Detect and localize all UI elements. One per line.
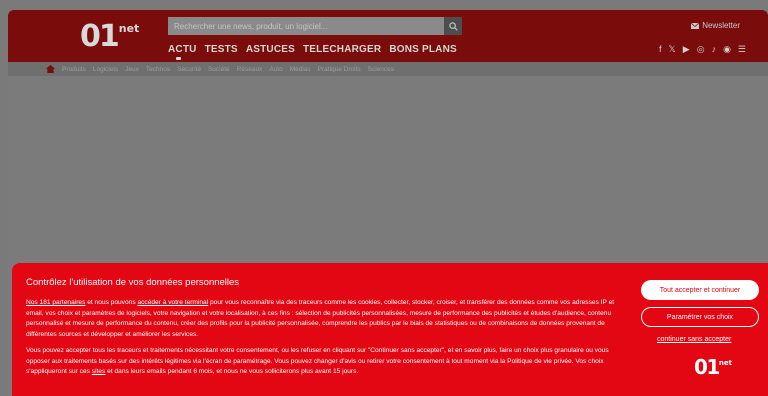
logo-main: 01 <box>80 19 120 54</box>
nav-item-bons-plans[interactable]: BONS PLANS <box>389 44 457 55</box>
category-societe[interactable]: Société <box>208 66 230 73</box>
category-pratique-droits[interactable]: Pratique Droits <box>318 66 361 73</box>
sites-link[interactable]: sites <box>92 368 106 375</box>
consent-paragraph-2: Vous pouvez accepter tous les traceurs e… <box>26 347 609 376</box>
terminal-access-link[interactable]: accéder à votre terminal <box>137 299 208 306</box>
consent-logo-main: 01 <box>694 355 720 379</box>
consent-logo: 01net <box>694 355 732 379</box>
category-bar: Produits Logiciels Jeux Technos Sécurité… <box>8 62 768 76</box>
search-icon <box>448 21 458 31</box>
tiktok-icon[interactable]: ♪ <box>712 44 717 54</box>
search-input[interactable] <box>168 17 444 35</box>
home-icon[interactable] <box>46 65 55 73</box>
configure-choices-button[interactable]: Paramétrer vos choix <box>641 307 759 327</box>
category-jeux[interactable]: Jeux <box>125 66 139 73</box>
consent-title: Contrôlez l'utilisation de vos données p… <box>26 277 240 288</box>
x-icon[interactable]: 𝕏 <box>669 44 676 54</box>
category-logiciels[interactable]: Logiciels <box>93 66 118 73</box>
continue-without-accepting-link[interactable]: continuer sans accepter <box>657 336 731 343</box>
logo-suffix: net <box>118 22 140 35</box>
accept-all-button[interactable]: Tout accepter et continuer <box>641 280 759 300</box>
category-auto[interactable]: Auto <box>269 66 282 73</box>
site-logo[interactable]: 01net <box>80 19 139 54</box>
youtube-icon[interactable]: ▶ <box>683 44 690 54</box>
category-securite[interactable]: Sécurité <box>177 66 201 73</box>
facebook-icon[interactable]: f <box>659 44 662 54</box>
newsletter-link[interactable]: Newsletter <box>691 21 740 30</box>
main-nav: ACTU TESTS ASTUCES TELECHARGER BONS PLAN… <box>168 44 457 60</box>
category-medias[interactable]: Médias <box>290 66 311 73</box>
consent-banner: Contrôlez l'utilisation de vos données p… <box>12 263 768 396</box>
newsletter-label: Newsletter <box>702 21 740 30</box>
nav-item-actu[interactable]: ACTU <box>168 44 197 60</box>
mail-icon <box>691 22 700 29</box>
consent-logo-suffix: net <box>718 359 732 367</box>
search-bar <box>168 17 462 35</box>
consent-paragraph-1: Nos 181 partenaires et nous pouvons accé… <box>26 299 615 339</box>
instagram-icon[interactable]: ◎ <box>697 44 705 54</box>
rss-icon[interactable]: ◉ <box>723 44 731 54</box>
category-technos[interactable]: Technos <box>146 66 170 73</box>
nav-item-tests[interactable]: TESTS <box>205 44 238 55</box>
nav-item-astuces[interactable]: ASTUCES <box>246 44 295 55</box>
category-sciences[interactable]: Sciences <box>368 66 394 73</box>
nav-item-telecharger[interactable]: TELECHARGER <box>303 44 381 55</box>
social-links: f 𝕏 ▶ ◎ ♪ ◉ ☰ <box>659 44 746 54</box>
menu-icon[interactable]: ☰ <box>738 44 746 54</box>
site-header: 01net Newsletter ACTU TESTS ASTUCES TELE… <box>8 10 768 62</box>
category-reseaux[interactable]: Réseaux <box>237 66 263 73</box>
category-produits[interactable]: Produits <box>62 66 86 73</box>
search-button[interactable] <box>444 17 462 35</box>
partners-link[interactable]: Nos 181 partenaires <box>26 299 85 306</box>
